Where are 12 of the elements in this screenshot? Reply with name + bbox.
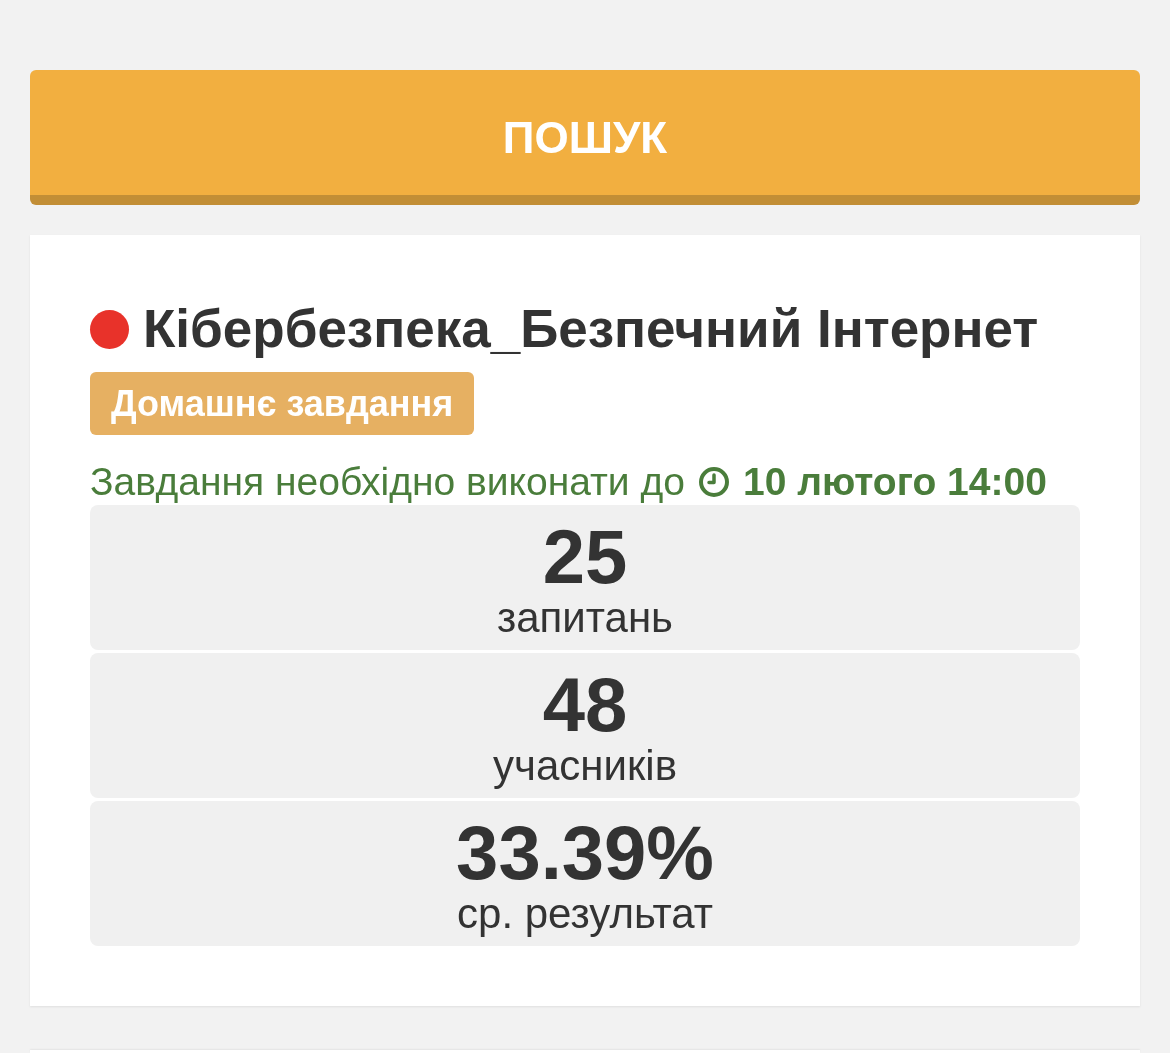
stat-value: 48 [542,667,628,743]
due-label: Завдання необхідно виконати до [90,462,685,502]
stat-value: 33.39% [456,815,714,891]
clock-icon [698,467,729,497]
assignment-title: Кібербезпека_Безпечний Інтернет [143,299,1039,359]
search-button[interactable]: ПОШУК [30,70,1140,205]
stat-label: учасників [493,743,677,789]
stat-label: ср. результат [457,891,713,937]
assignment-type-badge: Домашнє завдання [90,372,475,435]
stat-label: запитань [497,595,673,641]
stat-value: 25 [542,519,628,595]
due-date: 10 лютого 14:00 [742,462,1047,502]
